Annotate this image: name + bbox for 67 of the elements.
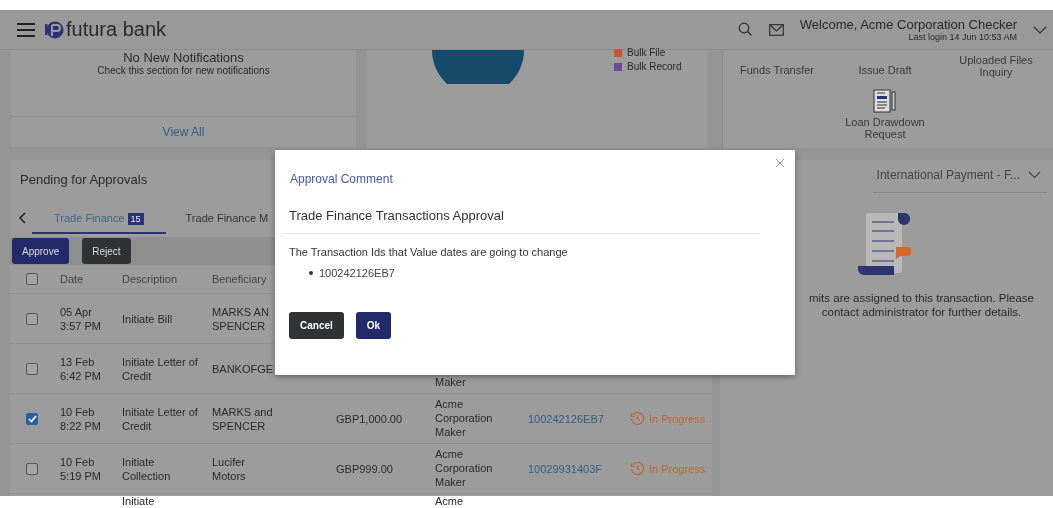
chevron-left-icon[interactable] <box>18 212 26 224</box>
initiator-cell: Maker <box>435 375 466 389</box>
row-checkbox[interactable] <box>26 462 38 475</box>
chevron-down-icon[interactable] <box>1028 171 1041 179</box>
view-all-link[interactable]: View All <box>162 125 205 139</box>
beneficiary-cell: BANKOFGE <box>212 361 274 376</box>
quick-link[interactable]: Uploaded Files Inquiry <box>951 54 1041 78</box>
status-text: In Progress <box>649 411 706 426</box>
limits-message: mits are assigned to this transaction. Please contact administrator for further details. <box>808 291 1035 319</box>
column-header: Description <box>121 273 179 285</box>
beneficiary-cell-text: MARKS AN SPENCER <box>212 304 270 333</box>
date-cell: 10 Feb 5:19 PM <box>60 455 101 482</box>
dialog-subtitle: Trade Finance Transactions Approval <box>289 208 505 223</box>
search-icon[interactable] <box>737 22 753 37</box>
amount-cell: GBP1,000.00 <box>336 412 403 425</box>
date-cell: 13 Feb 6:42 PM <box>60 355 101 382</box>
close-icon[interactable] <box>775 158 785 168</box>
row-checkbox[interactable] <box>26 312 38 325</box>
tab[interactable]: Trade Finance M <box>171 202 283 234</box>
description-cell-text: Initiate <box>122 494 156 508</box>
last-login-text: Last login 14 Jun 10:53 AM <box>908 32 1017 42</box>
logo-icon <box>44 19 64 40</box>
quick-link[interactable]: Funds Transfer <box>732 64 822 76</box>
initiator-cell: Acme Corporation Maker <box>435 447 493 489</box>
mail-icon[interactable] <box>768 23 784 36</box>
row-checkbox[interactable] <box>26 362 38 375</box>
legend-label: Bulk File <box>627 47 666 58</box>
status-text: In Progress <box>649 461 706 476</box>
dialog-button[interactable]: Ok <box>355 312 392 339</box>
beneficiary-cell: MARKS and SPENCER <box>212 404 274 433</box>
reference-link[interactable]: 100242126EB7 <box>528 412 604 425</box>
description-cell-text: Initiate Collection <box>122 454 172 483</box>
row-checkbox[interactable] <box>26 412 38 425</box>
initiator-cell: Acme <box>435 494 464 508</box>
notifications-subtitle: Check this section for new notifications <box>97 65 270 76</box>
date-cell: 10 Feb 8:22 PM <box>60 405 101 432</box>
transaction-id: 100242126EB7 <box>319 266 395 280</box>
quick-link[interactable]: Issue Draft <box>840 64 930 76</box>
amount-cell: GBP999.00 <box>336 462 393 475</box>
description-cell-text: Initiate Letter of Credit <box>122 404 199 433</box>
clock-icon <box>630 461 645 476</box>
document-pen-icon[interactable] <box>872 88 898 114</box>
bullet-icon <box>309 271 313 275</box>
select-all-checkbox[interactable] <box>26 273 38 285</box>
transaction-dropdown[interactable]: International Payment - F... <box>872 168 1047 193</box>
beneficiary-cell-text: Lucifer Motors <box>212 454 247 483</box>
initiator-cell: Acme Corporation Maker <box>435 397 493 439</box>
tab[interactable]: Trade Finance 15 <box>32 202 166 234</box>
action-button[interactable]: Reject <box>82 238 131 264</box>
welcome-text: Welcome, Acme Corporation Checker <box>799 17 1017 32</box>
legend-label: Bulk Record <box>627 61 682 72</box>
section-title: Pending for Approvals <box>20 172 148 187</box>
notifications-title: No New Notifications <box>123 50 244 65</box>
dialog-title: Approval Comment <box>290 172 394 186</box>
clock-icon <box>630 411 645 426</box>
description-cell-text: Initiate Bill <box>122 311 174 326</box>
date-cell: 05 Apr 3:57 PM <box>60 305 101 332</box>
dialog-message: The Transaction Ids that Value dates are going to change <box>289 246 569 258</box>
dialog-button[interactable]: Cancel <box>289 312 344 339</box>
brand-name: futura bank <box>66 18 167 41</box>
menu-icon[interactable] <box>16 21 36 38</box>
reference-link[interactable]: 10029931403F <box>528 462 602 475</box>
action-button[interactable]: Approve <box>12 238 70 264</box>
chevron-down-icon[interactable] <box>1033 25 1047 34</box>
description-cell-text: Initiate Letter of Credit <box>122 354 199 383</box>
quick-link[interactable]: Loan Drawdown Request <box>840 116 930 140</box>
column-header: Date <box>59 273 85 285</box>
